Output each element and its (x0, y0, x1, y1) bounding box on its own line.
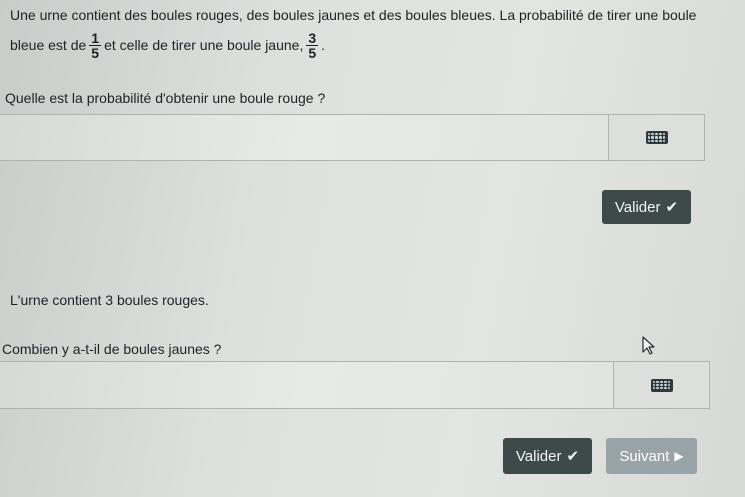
fraction-numerator: 1 (89, 29, 102, 46)
answer-1-input[interactable] (0, 114, 609, 161)
check-icon: ✔ (665, 199, 679, 216)
problem-text: bleue est de (10, 37, 87, 53)
validate-button-1[interactable]: Valider ✔ (602, 190, 691, 224)
validate-label: Valider (614, 198, 661, 216)
question-1: Quelle est la probabilité d'obtenir une … (5, 90, 326, 106)
fraction-yellow: 3 5 (306, 29, 319, 61)
play-icon: ▶ (674, 449, 684, 463)
fraction-numerator: 3 (306, 29, 319, 46)
check-icon: ✔ (566, 448, 580, 465)
question-2: Combien y a-t-il de boules jaunes ? (2, 341, 222, 357)
keyboard-button-2[interactable] (613, 361, 710, 409)
problem-text: . (321, 37, 326, 53)
mouse-pointer-icon (642, 336, 655, 355)
next-button[interactable]: Suivant ▶ (606, 438, 697, 474)
answer-2-input[interactable] (0, 361, 614, 409)
statement-2: L'urne contient 3 boules rouges. (10, 292, 209, 308)
fraction-blue: 1 5 (89, 29, 102, 61)
validate-label: Valider (515, 447, 562, 465)
next-label: Suivant (619, 447, 670, 465)
keyboard-icon (645, 131, 668, 144)
problem-text: et celle de tirer une boule jaune, (104, 37, 304, 53)
fraction-denominator: 5 (91, 44, 100, 61)
keyboard-button-1[interactable] (608, 114, 705, 161)
problem-line-2: bleue est de 1 5 et celle de tirer une b… (10, 26, 325, 64)
fraction-denominator: 5 (308, 44, 317, 61)
problem-line-1: Une urne contient des boules rouges, des… (10, 7, 697, 23)
validate-button-2[interactable]: Valider ✔ (503, 438, 592, 474)
keyboard-icon (650, 378, 673, 392)
